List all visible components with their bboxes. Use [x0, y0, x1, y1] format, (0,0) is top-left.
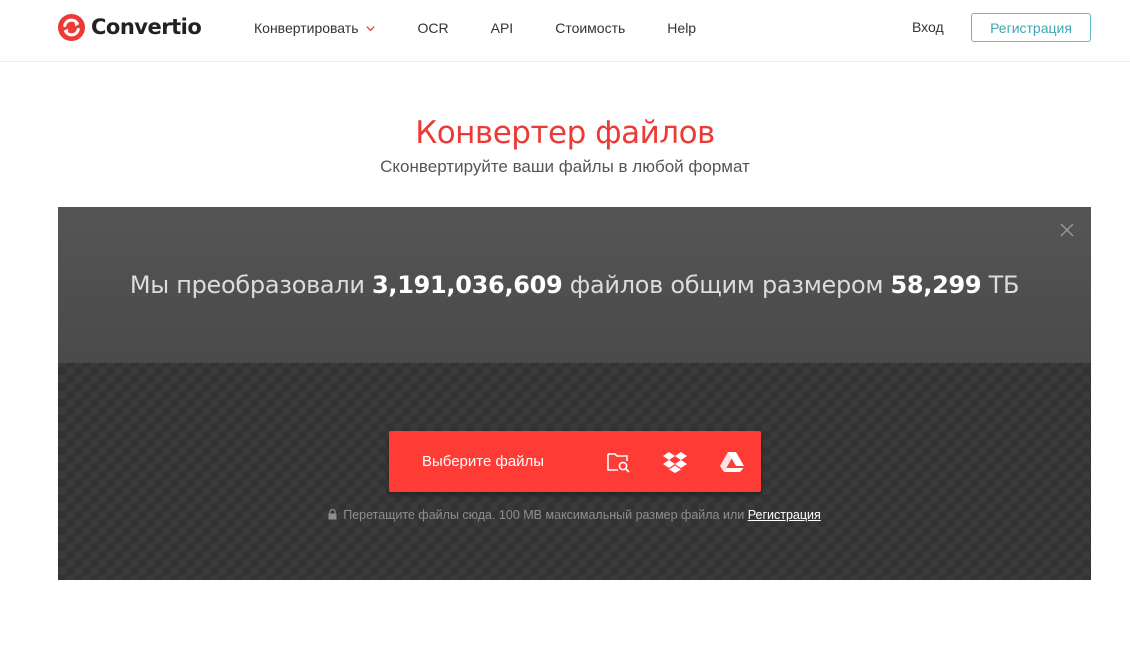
google-drive-icon: [720, 451, 745, 472]
upload-panel[interactable]: Мы преобразовали 3,191,036,609 файлов об…: [58, 207, 1091, 580]
nav-item-api[interactable]: API: [491, 20, 514, 36]
page-subtitle: Сконвертируйте ваши файлы в любой формат: [380, 157, 750, 176]
top-header: Convertio Конвертировать OCR API Стоимос…: [0, 0, 1130, 62]
logo[interactable]: Convertio: [57, 12, 202, 42]
nav-item-label: API: [490, 20, 514, 36]
upload-hint: Перетащите файлы сюда. 100 MB максимальн…: [58, 508, 1091, 522]
signup-link[interactable]: Регистрация: [748, 508, 821, 522]
nav-item-label: Help: [667, 20, 697, 36]
login-link[interactable]: Вход: [912, 19, 944, 35]
folder-search-icon: [607, 452, 630, 472]
stats-banner: Мы преобразовали 3,191,036,609 файлов об…: [58, 207, 1091, 363]
main-nav: Конвертировать OCR API Стоимость Help: [254, 0, 738, 56]
google-drive-button[interactable]: [704, 431, 761, 492]
stats-middle: файлов общим размером: [562, 271, 891, 299]
page-title: Конвертер файлов: [415, 115, 715, 151]
chevron-down-icon: [365, 25, 375, 31]
nav-item-pricing[interactable]: Стоимость: [555, 20, 625, 36]
dropbox-icon: [663, 451, 688, 473]
upload-button-group: Выберите файлы: [389, 431, 761, 492]
stats-unit: ТБ: [981, 271, 1020, 299]
signup-button[interactable]: Регистрация: [971, 13, 1091, 42]
nav-item-help[interactable]: Help: [667, 20, 696, 36]
files-count: 3,191,036,609: [372, 271, 563, 299]
nav-item-label: Конвертировать: [254, 20, 359, 36]
hint-text: Перетащите файлы сюда. 100 MB максимальн…: [343, 508, 748, 522]
conversion-stats: Мы преобразовали 3,191,036,609 файлов об…: [58, 271, 1091, 299]
close-icon[interactable]: [1059, 222, 1075, 238]
from-computer-button[interactable]: [590, 431, 647, 492]
choose-files-button[interactable]: Выберите файлы: [422, 431, 590, 492]
dropbox-button[interactable]: [647, 431, 704, 492]
nav-item-label: Стоимость: [555, 20, 626, 36]
stats-prefix: Мы преобразовали: [129, 271, 373, 299]
logo-icon: [57, 13, 86, 41]
total-size: 58,299: [890, 271, 982, 299]
logo-text: Convertio: [91, 15, 202, 39]
nav-item-ocr[interactable]: OCR: [418, 20, 449, 36]
nav-item-label: OCR: [417, 20, 449, 36]
lock-icon: [328, 509, 337, 520]
nav-item-convert[interactable]: Конвертировать: [254, 20, 376, 36]
